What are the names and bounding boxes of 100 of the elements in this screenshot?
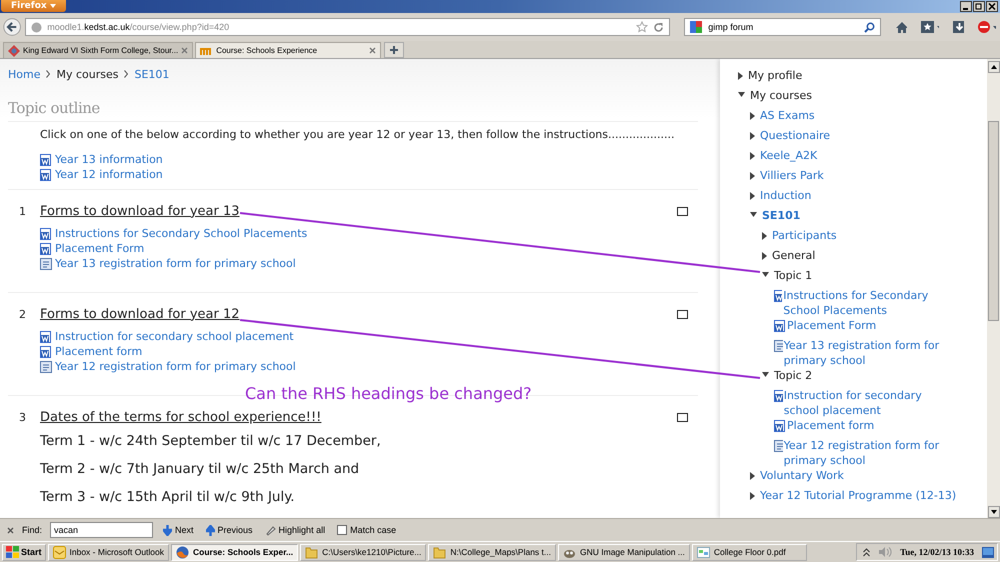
browser-tab[interactable]: King Edward VI Sixth Form College, Stour... <box>3 42 194 58</box>
navigation-item[interactable]: Participants <box>772 228 837 243</box>
navigation-item[interactable]: Instructions for Secondary School Placements <box>783 288 957 318</box>
chevron-icon[interactable] <box>863 548 870 556</box>
search-field[interactable]: gimp forum <box>684 18 882 36</box>
star-icon[interactable] <box>636 21 648 33</box>
section-heading: Forms to download for year 12 <box>40 306 241 322</box>
expanded-triangle-icon[interactable] <box>738 92 745 97</box>
breadcrumb-link[interactable]: Home <box>8 68 40 80</box>
browser-tab[interactable]: Course: Schools Experience <box>195 42 382 58</box>
resource-link[interactable]: Year 12 information <box>55 168 163 181</box>
term-dates-text: Term 1 - w/c 24th September til w/c 17 December, <box>40 433 382 449</box>
form-document-icon <box>40 258 52 270</box>
section-toggle-icon[interactable] <box>677 206 688 216</box>
word-document-icon <box>774 290 782 302</box>
match-case-label: Match case <box>350 525 396 535</box>
navigation-item[interactable]: General <box>772 248 816 263</box>
taskbar-button[interactable]: College Floor 0.pdf <box>692 544 807 560</box>
taskbar-button[interactable]: N:\College_Maps\Plans t... <box>428 544 556 560</box>
navigation-item[interactable]: Villiers Park <box>760 168 824 183</box>
breadcrumb-separator-icon <box>124 70 128 78</box>
annotation-text: Can the RHS headings be changed? <box>245 385 532 403</box>
section-toggle-icon[interactable] <box>677 412 688 422</box>
navigation-item[interactable]: My courses <box>750 88 812 103</box>
collapsed-triangle-icon[interactable] <box>750 152 755 160</box>
down-arrow-icon <box>163 524 172 536</box>
expanded-triangle-icon[interactable] <box>762 372 769 377</box>
minimize-icon[interactable] <box>960 1 972 12</box>
navigation-item[interactable]: AS Exams <box>760 108 815 123</box>
windows-logo <box>6 546 19 558</box>
next-button[interactable]: Next <box>161 524 196 536</box>
word-document-icon <box>774 320 786 332</box>
restore-icon[interactable] <box>973 1 985 12</box>
navigation-item[interactable]: Placement form <box>787 418 874 433</box>
pen-icon <box>264 524 276 536</box>
up-arrow-icon <box>206 524 215 536</box>
taskbar-button[interactable]: Course: Schools Exper... <box>171 544 298 560</box>
folder-icon <box>433 546 446 558</box>
scroll-down-icon[interactable] <box>988 506 1000 518</box>
resource-link[interactable]: Instructions for Secondary School Placements <box>55 227 308 240</box>
navigation-item[interactable]: Voluntary Work <box>760 468 844 483</box>
navigation-item[interactable]: SE101 <box>762 208 800 223</box>
resource-link[interactable]: Instruction for secondary school placement <box>55 330 294 343</box>
show-desktop-icon[interactable] <box>982 546 994 558</box>
collapsed-triangle-icon[interactable] <box>762 252 767 260</box>
navigation-item[interactable]: Placement Form <box>787 318 876 333</box>
mail-icon <box>52 546 66 558</box>
address-bar[interactable]: moodle1.kedst.ac.uk/course/view.php?id=420 <box>25 18 670 36</box>
taskbar-button[interactable]: GNU Image Manipulation ... <box>558 544 690 560</box>
expanded-triangle-icon[interactable] <box>750 212 757 217</box>
scrollbar-thumb[interactable] <box>988 121 999 321</box>
bookmarks-icon[interactable] <box>920 21 940 33</box>
url-text: moodle1.kedst.ac.uk/course/view.php?id=420 <box>47 22 230 32</box>
match-case-checkbox[interactable] <box>337 525 348 535</box>
close-icon[interactable] <box>986 1 998 12</box>
navigation-item[interactable]: Questionaire <box>760 128 830 143</box>
scroll-up-icon[interactable] <box>988 61 1000 73</box>
intro-text: Click on one of the below according to whether you are year 12 or year 13, then follow the instructions................... <box>39 128 676 141</box>
taskbar-button[interactable]: Inbox - Microsoft Outlook <box>48 544 169 560</box>
section-toggle-icon[interactable] <box>677 310 688 318</box>
term-dates-text: Term 3 - w/c 15th April til w/c 9th July. <box>40 489 296 505</box>
breadcrumb-link[interactable]: SE101 <box>134 68 170 80</box>
clock: Tue, 12/02/13 10:33 <box>900 547 974 557</box>
new-tab-icon[interactable] <box>384 42 404 58</box>
download-icon[interactable] <box>953 21 964 33</box>
highlight-all-button[interactable]: Highlight all <box>262 524 328 536</box>
navigation-item[interactable]: Year 12 registration form for primary school <box>784 438 957 468</box>
collapsed-triangle-icon[interactable] <box>750 192 755 200</box>
resource-link[interactable]: Placement Form <box>55 242 144 255</box>
navigation-item[interactable]: My profile <box>748 68 802 83</box>
collapsed-triangle-icon[interactable] <box>738 72 743 80</box>
navigation-item[interactable]: Induction <box>760 188 812 203</box>
navigation-item[interactable]: Instruction for secondary school placement <box>784 388 957 418</box>
moodle-logo <box>200 46 214 56</box>
navigation-item[interactable]: Topic 1 <box>774 268 812 283</box>
collapsed-triangle-icon[interactable] <box>750 492 755 500</box>
search-icon[interactable] <box>864 22 876 32</box>
section-heading: Dates of the terms for school experience!!! <box>40 410 322 424</box>
expanded-triangle-icon[interactable] <box>762 272 769 277</box>
stop-sign-icon[interactable] <box>978 21 996 33</box>
taskbar-button[interactable]: C:\Users\ke1210\Picture... <box>300 544 426 560</box>
navigation-item[interactable]: Topic 2 <box>774 368 812 383</box>
previous-button[interactable]: Previous <box>204 524 255 536</box>
firefox-menu-button[interactable]: Firefox <box>1 0 66 12</box>
navigation-item[interactable]: Year 13 registration form for primary school <box>784 338 957 368</box>
resource-link[interactable]: Year 12 registration form for primary school <box>55 360 296 373</box>
find-field[interactable]: vacan <box>50 522 154 538</box>
collapsed-triangle-icon[interactable] <box>750 172 755 180</box>
collapsed-triangle-icon[interactable] <box>750 112 755 120</box>
collapsed-triangle-icon[interactable] <box>750 472 755 480</box>
resource-link[interactable]: Placement form <box>55 345 142 358</box>
resource-link[interactable]: Year 13 registration form for primary school <box>55 257 296 270</box>
reload-icon[interactable] <box>653 22 664 32</box>
home-icon[interactable] <box>895 20 907 34</box>
resource-link[interactable]: Year 13 information <box>55 153 163 166</box>
collapsed-triangle-icon[interactable] <box>762 232 767 240</box>
navigation-item[interactable]: Keele_A2K <box>760 148 818 163</box>
start-button[interactable]: Start <box>2 544 46 560</box>
collapsed-triangle-icon[interactable] <box>750 132 755 140</box>
navigation-item[interactable]: Year 12 Tutorial Programme (12-13) <box>760 488 956 503</box>
